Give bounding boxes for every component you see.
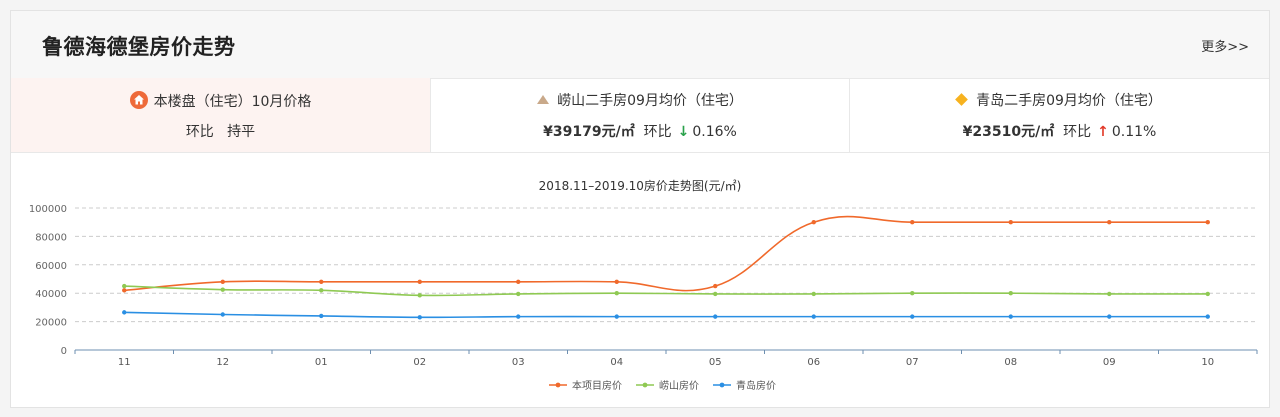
stat-qingdao: 青岛二手房09月均价（住宅） ¥23510元/㎡ 环比 ↑ 0.11% [850, 78, 1269, 152]
data-point [417, 315, 422, 320]
data-point [220, 279, 225, 285]
x-tick-label: 10 [1201, 357, 1214, 368]
data-point [910, 291, 915, 296]
y-tick-label: 20000 [35, 318, 67, 329]
x-tick-label: 12 [216, 357, 229, 368]
data-point [122, 310, 127, 315]
data-point [319, 288, 324, 293]
series-line [124, 285, 1208, 297]
series-line [124, 311, 1208, 319]
more-link[interactable]: 更多>> [1201, 36, 1249, 55]
trend-value: 持平 [227, 124, 256, 140]
home-icon [129, 91, 148, 109]
triangle-icon [537, 95, 550, 104]
data-point [1205, 314, 1210, 319]
data-point [713, 314, 718, 319]
data-point [1008, 291, 1013, 296]
data-point [1107, 220, 1112, 225]
data-point [1107, 314, 1112, 319]
data-point [713, 291, 718, 297]
data-point [910, 314, 915, 319]
x-tick-label: 11 [118, 357, 131, 368]
stat-project: 本楼盘（住宅）10月价格 环比 持平 [11, 78, 431, 152]
data-point [713, 283, 718, 289]
series-line [124, 215, 1208, 292]
data-point [220, 287, 225, 292]
price-value: ¥23510元/㎡ [962, 124, 1055, 140]
compare-label: 环比 [1063, 124, 1092, 140]
compare-label: 环比 [185, 124, 214, 140]
x-tick-label: 08 [1004, 357, 1017, 368]
chart-title: 2018.11–2019.10房价走势图(元/㎡) [539, 178, 742, 193]
data-point [811, 314, 816, 319]
arrow-down-icon: ↓ [677, 124, 690, 140]
data-point [516, 291, 521, 297]
y-tick-label: 40000 [35, 289, 67, 300]
y-tick-label: 80000 [35, 232, 67, 243]
legend-label: 本项目房价 [572, 379, 622, 392]
legend-label: 崂山房价 [659, 379, 699, 392]
stat-label: 崂山二手房09月均价（住宅） [557, 93, 743, 109]
y-tick-label: 0 [61, 346, 67, 357]
data-point [1107, 291, 1112, 297]
x-tick-label: 05 [709, 357, 722, 368]
data-point [417, 293, 422, 298]
x-tick-label: 01 [315, 357, 328, 368]
x-tick-label: 04 [610, 357, 623, 368]
x-tick-label: 02 [413, 357, 426, 368]
x-tick-label: 03 [512, 357, 525, 368]
data-point [1205, 291, 1210, 297]
data-point [1008, 220, 1013, 225]
y-tick-label: 100000 [29, 204, 67, 215]
data-point [811, 291, 816, 297]
stat-label: 本楼盘（住宅）10月价格 [153, 94, 312, 110]
price-trend-card: 鲁德海德堡房价走势 更多>> 本楼盘（住宅）10月价格 环比 持平 崂山二手房0… [10, 10, 1270, 408]
data-point [614, 291, 619, 296]
data-point [614, 314, 619, 319]
data-point [614, 279, 619, 285]
legend-label: 青岛房价 [736, 379, 776, 392]
data-point [811, 220, 816, 225]
card-header: 鲁德海德堡房价走势 更多>> [11, 11, 1269, 79]
stat-label: 青岛二手房09月均价（住宅） [976, 93, 1162, 109]
data-point [417, 279, 422, 285]
data-point [122, 283, 127, 289]
price-trend-chart: 2018.11–2019.10房价走势图(元/㎡) 0 20000 40000 600… [29, 178, 1258, 392]
change-value: 0.11% [1111, 124, 1157, 140]
chart-area: 2018.11–2019.10房价走势图(元/㎡) 0 20000 40000 600… [11, 153, 1269, 407]
data-point [319, 279, 324, 285]
arrow-up-icon: ↑ [1097, 124, 1109, 140]
data-point [1205, 220, 1210, 225]
x-tick-label: 07 [906, 357, 919, 368]
legend-swatch-dot [719, 382, 725, 388]
stats-row: 本楼盘（住宅）10月价格 环比 持平 崂山二手房09月均价（住宅） ¥39179… [11, 78, 1269, 153]
legend-swatch-dot [555, 382, 561, 388]
data-point [1008, 314, 1013, 319]
data-point [220, 312, 225, 317]
page-title: 鲁德海德堡房价走势 [42, 35, 236, 59]
diamond-icon [955, 93, 968, 106]
price-value: ¥39179元/㎡ [543, 124, 635, 140]
compare-label: 环比 [643, 124, 672, 140]
data-point [319, 313, 324, 319]
data-point [516, 279, 521, 285]
x-tick-label: 06 [807, 357, 820, 368]
data-point [910, 220, 915, 225]
legend-swatch-dot [642, 382, 648, 388]
data-point [122, 288, 127, 293]
y-tick-label: 60000 [35, 261, 67, 272]
change-value: 0.16% [692, 124, 737, 140]
x-tick-label: 09 [1103, 357, 1116, 368]
data-point [516, 314, 521, 319]
stat-laoshan: 崂山二手房09月均价（住宅） ¥39179元/㎡ 环比 ↓ 0.16% [431, 78, 850, 152]
